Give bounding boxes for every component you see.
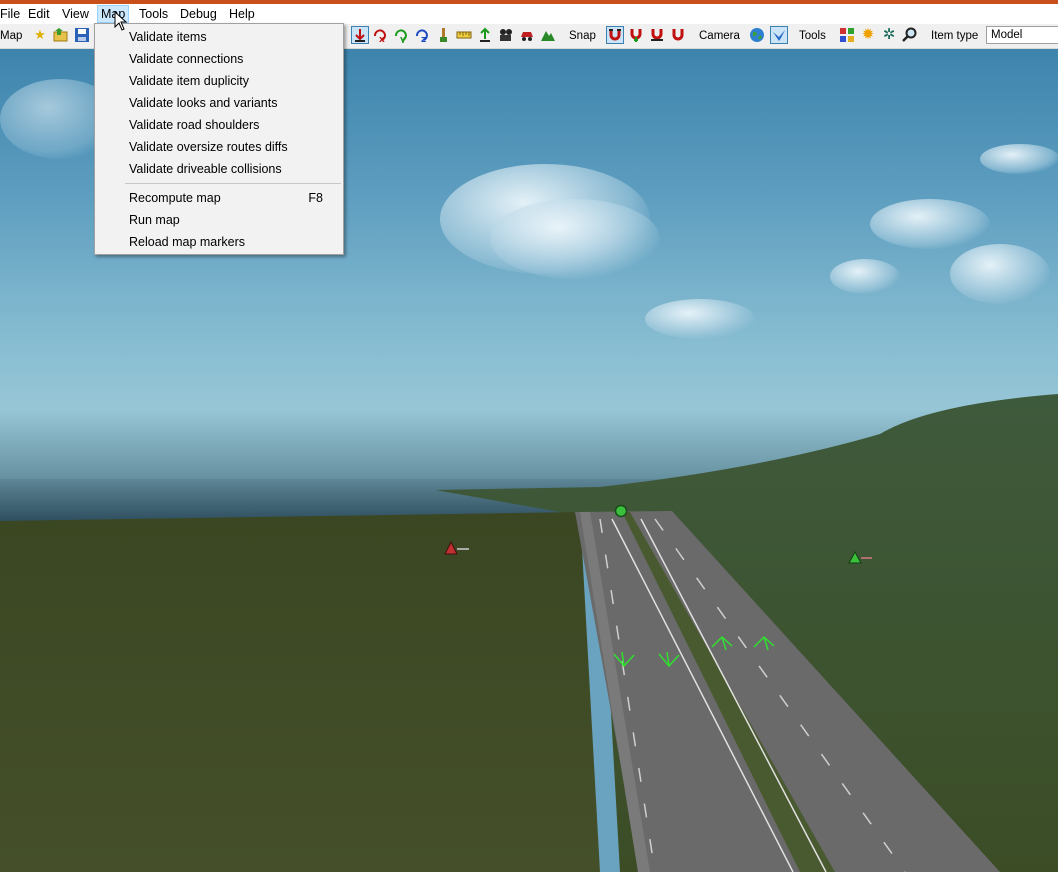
car-icon[interactable] [519, 27, 535, 43]
menu-item-validate-looks-variants[interactable]: Validate looks and variants [129, 95, 277, 111]
star-icon[interactable]: ★ [32, 27, 48, 43]
gear-icon[interactable]: ✲ [881, 27, 897, 43]
rotate-x-icon[interactable]: x [372, 27, 388, 43]
toolbar-camera-label: Camera [699, 30, 740, 42]
rotate-y-icon[interactable]: y [393, 27, 409, 43]
toolbar-item-type-label: Item type [931, 30, 979, 42]
menu-item-validate-items[interactable]: Validate items [129, 29, 207, 45]
sun-icon[interactable]: ✹ [860, 27, 876, 43]
menu-separator [125, 183, 341, 184]
menu-tools[interactable]: Tools [136, 6, 171, 22]
menu-item-validate-connections[interactable]: Validate connections [129, 51, 243, 67]
menu-help[interactable]: Help [226, 6, 258, 22]
menu-debug[interactable]: Debug [177, 6, 220, 22]
rotate-z-icon[interactable]: z [414, 27, 430, 43]
menu-bar: File Edit View Map Tools Debug Help [0, 4, 1058, 24]
toolbar-snap-label: Snap [569, 30, 596, 42]
zoom-icon[interactable] [902, 27, 918, 43]
grid-icon[interactable] [839, 27, 855, 43]
toolbar-map-label: Map [0, 30, 23, 42]
raise-icon[interactable] [477, 27, 493, 43]
brush-icon[interactable] [435, 27, 451, 43]
move-down-icon[interactable] [351, 26, 369, 44]
toolbar-tools-label: Tools [799, 30, 826, 42]
open-folder-icon[interactable] [53, 27, 69, 43]
bird-icon[interactable] [770, 26, 788, 44]
terrain-icon[interactable] [540, 27, 556, 43]
snap-magnet-icon[interactable] [606, 26, 624, 44]
menu-item-run-map[interactable]: Run map [129, 212, 180, 228]
mouse-cursor-icon [114, 11, 128, 31]
menu-item-recompute-map[interactable]: Recompute map [129, 190, 221, 206]
menu-view[interactable]: View [59, 6, 92, 22]
snap-magnet-add-icon[interactable] [628, 27, 644, 43]
item-type-select[interactable]: Model [986, 26, 1058, 44]
menu-item-reload-map-markers[interactable]: Reload map markers [129, 234, 245, 250]
menu-item-validate-driveable-collisions[interactable]: Validate driveable collisions [129, 161, 282, 177]
save-icon[interactable] [74, 27, 90, 43]
svg-text:y: y [400, 35, 406, 43]
svg-text:z: z [421, 35, 426, 43]
globe-icon[interactable] [749, 27, 765, 43]
snap-magnet-outline-icon[interactable] [649, 27, 665, 43]
menu-item-validate-road-shoulders[interactable]: Validate road shoulders [129, 117, 259, 133]
menu-item-validate-item-duplicity[interactable]: Validate item duplicity [129, 73, 249, 89]
menu-file[interactable]: File [0, 6, 23, 22]
menu-shortcut-f8: F8 [308, 191, 323, 205]
camera-path-icon[interactable] [498, 27, 514, 43]
snap-magnet-red-icon[interactable] [670, 27, 686, 43]
menu-item-validate-oversize-routes[interactable]: Validate oversize routes diffs [129, 139, 288, 155]
menu-edit[interactable]: Edit [25, 6, 53, 22]
map-menu-dropdown: Validate items Validate connections Vali… [94, 23, 344, 255]
measure-icon[interactable] [456, 27, 472, 43]
svg-text:x: x [379, 35, 385, 43]
